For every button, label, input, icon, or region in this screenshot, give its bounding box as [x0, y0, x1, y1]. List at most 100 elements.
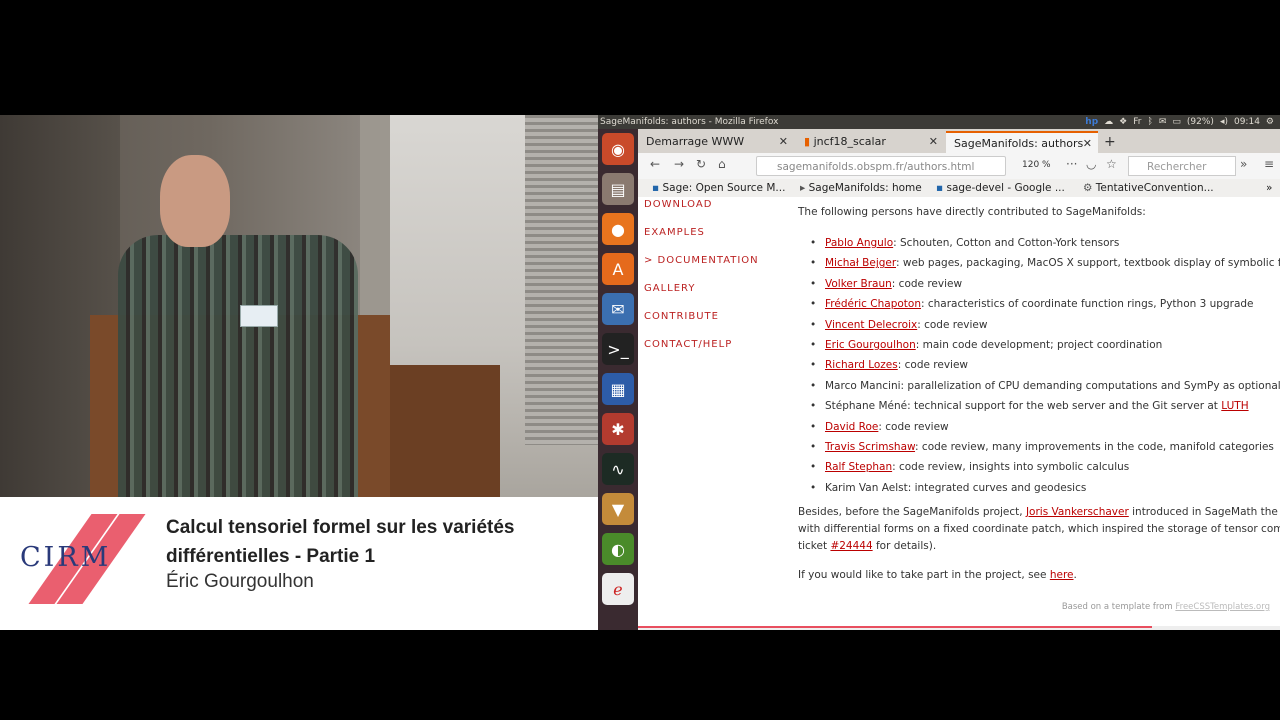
- power-icon[interactable]: ⚙: [1266, 115, 1274, 129]
- contributor-link[interactable]: David Roe: [825, 421, 878, 433]
- browser-tab-bar: Demarrage WWW ✕ ▮ jncf18_scalar ✕ SageMa…: [638, 129, 1280, 153]
- home-icon[interactable]: ⌂: [718, 157, 726, 171]
- folder-icon: ▸: [800, 182, 806, 194]
- nav-download[interactable]: DOWNLOAD: [644, 197, 759, 219]
- scrollbar-thumb[interactable]: [638, 626, 1152, 628]
- system-monitor-icon[interactable]: ∿: [602, 453, 634, 485]
- luth-link[interactable]: LUTH: [1221, 400, 1248, 412]
- horizontal-scrollbar[interactable]: [638, 626, 1280, 630]
- text: Besides, before the SageManifolds projec…: [798, 506, 1026, 518]
- bookmark-tentative[interactable]: ⚙ TentativeConvention...: [1083, 179, 1214, 197]
- page-actions-icon[interactable]: ···: [1066, 157, 1077, 171]
- contributors-list: Pablo Angulo: Schouten, Cotton and Cotto…: [808, 233, 1280, 498]
- menu-icon[interactable]: ≡: [1264, 157, 1274, 171]
- settings-icon[interactable]: ✱: [602, 413, 634, 445]
- files-icon[interactable]: ▤: [602, 173, 634, 205]
- contributor-link[interactable]: Ralf Stephan: [825, 461, 892, 473]
- contributor-link[interactable]: Richard Lozes: [825, 359, 898, 371]
- pocket-icon[interactable]: ◡: [1086, 157, 1096, 171]
- bookmark-label: TentativeConvention...: [1095, 182, 1214, 194]
- clock[interactable]: 09:14: [1234, 115, 1260, 129]
- zoom-level[interactable]: 120 %: [1022, 160, 1051, 170]
- talk-title: Calcul tensoriel formel sur les variétés…: [166, 513, 586, 571]
- window-title: SageManifolds: authors - Mozilla Firefox: [600, 117, 779, 127]
- mail-icon[interactable]: ✉: [1159, 115, 1167, 129]
- nav-examples[interactable]: EXAMPLES: [644, 219, 759, 247]
- contributor-link[interactable]: Vincent Delecroix: [825, 319, 917, 331]
- freecsstemplates-link[interactable]: FreeCSSTemplates.org: [1175, 602, 1270, 612]
- battery-percent: (92%): [1186, 117, 1214, 127]
- tab-demarrage[interactable]: Demarrage WWW ✕: [638, 131, 794, 153]
- contributor-link[interactable]: Frédéric Chapoton: [825, 298, 921, 310]
- tab-jncf18[interactable]: ▮ jncf18_scalar ✕: [796, 131, 944, 153]
- contribution-text: : code review: [897, 359, 969, 372]
- contributor-link[interactable]: Travis Scrimshaw: [825, 441, 915, 453]
- bookmark-sage[interactable]: ▪ Sage: Open Source M...: [652, 179, 785, 197]
- volume-icon[interactable]: ◂): [1220, 115, 1228, 129]
- contribution-text: : code review: [891, 277, 963, 290]
- tab-sagemanifolds-authors[interactable]: SageManifolds: authors ✕: [946, 131, 1098, 153]
- overflow-chevron-icon[interactable]: »: [1240, 157, 1247, 171]
- nav-gallery[interactable]: GALLERY: [644, 275, 759, 303]
- thunderbird-icon[interactable]: ✉: [602, 293, 634, 325]
- list-item: Stéphane Méné: technical support for the…: [808, 396, 1278, 417]
- contribution-text: : code review: [878, 420, 949, 433]
- text: .: [1073, 569, 1077, 581]
- battery-icon[interactable]: ▭: [1172, 115, 1181, 129]
- hp-icon[interactable]: hp: [1085, 115, 1098, 129]
- software-center-icon[interactable]: A: [602, 253, 634, 285]
- list-item: Ralf Stephan: code review, insights into…: [808, 457, 1278, 478]
- contributor-name: Karim Van Aelst: [825, 481, 908, 494]
- bookmark-sagemanifolds-home[interactable]: ▸ SageManifolds: home: [800, 179, 922, 197]
- here-link[interactable]: here: [1050, 569, 1074, 581]
- close-tab-icon[interactable]: ✕: [1083, 133, 1092, 155]
- contributor-link[interactable]: Pablo Angulo: [825, 237, 893, 249]
- search-field[interactable]: Rechercher: [1128, 156, 1236, 176]
- archive-icon[interactable]: ▼: [602, 493, 634, 525]
- nav-contribute[interactable]: CONTRIBUTE: [644, 303, 759, 331]
- list-item: Richard Lozes: code review: [808, 355, 1278, 376]
- cloud-icon[interactable]: ☁: [1104, 115, 1113, 129]
- contributor-link[interactable]: Michał Bejger: [825, 257, 896, 269]
- contributors-intro: The following persons have directly cont…: [798, 206, 1146, 218]
- nav-documentation[interactable]: > DOCUMENTATION: [644, 247, 759, 275]
- contribution-text: : integrated curves and geodesics: [907, 481, 1087, 494]
- text: ticket: [798, 540, 831, 552]
- dropbox-icon[interactable]: ❖: [1119, 115, 1127, 129]
- contribution-text: : main code development; project coordin…: [915, 338, 1163, 351]
- contributor-link[interactable]: Eric Gourgoulhon: [825, 339, 916, 351]
- tab-label: Demarrage WWW: [646, 135, 745, 148]
- list-item: Marco Mancini: parallelization of CPU de…: [808, 376, 1280, 397]
- contribution-text: : parallelization of CPU demanding compu…: [900, 379, 1280, 392]
- contributor-name: Marco Mancini: [825, 379, 901, 392]
- list-item: David Roe: code review: [808, 417, 1278, 438]
- video-frame: CIRM Calcul tensoriel formel sur les var…: [0, 115, 1280, 630]
- nvidia-icon[interactable]: ◐: [602, 533, 634, 565]
- caption-banner: CIRM Calcul tensoriel formel sur les var…: [0, 497, 598, 630]
- contributor-link[interactable]: Volker Braun: [825, 278, 892, 290]
- new-tab-icon[interactable]: +: [1104, 131, 1116, 153]
- firefox-icon[interactable]: ●: [602, 213, 634, 245]
- pdf-viewer-icon[interactable]: ℯ: [602, 573, 634, 605]
- reload-icon[interactable]: ↻: [696, 157, 706, 171]
- close-tab-icon[interactable]: ✕: [929, 131, 938, 153]
- url-bar[interactable]: sagemanifolds.obspm.fr/authors.html: [756, 156, 1006, 176]
- speaker-badge: [240, 305, 278, 327]
- ticket-link[interactable]: #24444: [830, 540, 872, 552]
- back-icon[interactable]: ←: [650, 157, 660, 171]
- speaker-figure: [118, 235, 358, 497]
- terminal-icon[interactable]: >_: [602, 333, 634, 365]
- ubuntu-dash-icon[interactable]: ◉: [602, 133, 634, 165]
- joris-link[interactable]: Joris Vankerschaver: [1026, 506, 1129, 518]
- nav-contact-help[interactable]: CONTACT/HELP: [644, 331, 759, 359]
- bookmarks-bar: ▪ Sage: Open Source M... ▸ SageManifolds…: [638, 179, 1280, 197]
- close-tab-icon[interactable]: ✕: [779, 131, 788, 153]
- besides-line1: Besides, before the SageManifolds projec…: [798, 504, 1280, 521]
- lang-indicator[interactable]: Fr: [1133, 115, 1141, 129]
- bluetooth-icon[interactable]: ᛒ: [1147, 115, 1152, 129]
- bookmarks-overflow-icon[interactable]: »: [1266, 179, 1272, 197]
- bookmark-star-icon[interactable]: ☆: [1106, 157, 1117, 171]
- bookmark-sage-devel[interactable]: ▪ sage-devel - Google ...: [936, 179, 1065, 197]
- forward-icon[interactable]: →: [674, 157, 684, 171]
- writer-icon[interactable]: ▦: [602, 373, 634, 405]
